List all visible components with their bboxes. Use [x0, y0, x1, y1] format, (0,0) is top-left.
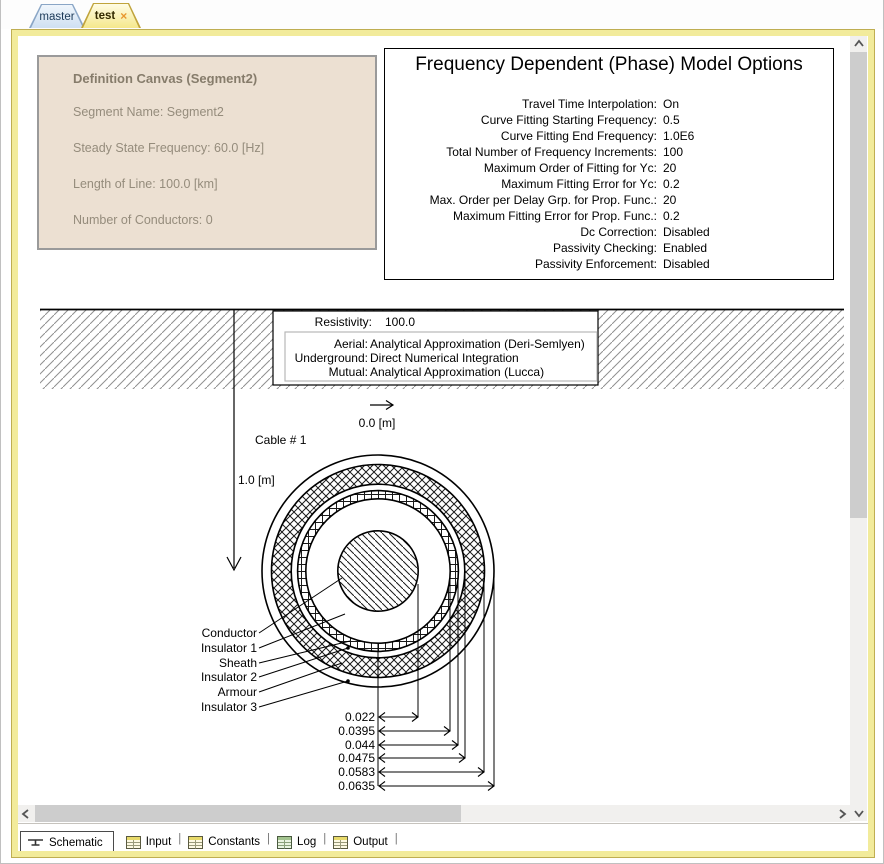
schematic-canvas[interactable]: Definition Canvas (Segment2) Segment Nam… — [18, 36, 868, 851]
radius-value-insulator3: 0.0635 — [295, 779, 375, 793]
tab-schematic[interactable]: Schematic — [20, 831, 114, 851]
close-icon[interactable]: × — [120, 10, 127, 22]
chevron-right-icon — [836, 808, 848, 820]
tab-log-label: Log — [297, 836, 316, 848]
tab-divider: | — [175, 828, 184, 850]
x-position-arrow — [370, 401, 393, 410]
layer-label-insulator1: Insulator 1 — [157, 641, 257, 655]
schematic-icon — [27, 836, 44, 849]
underground-label: Underground: — [285, 351, 368, 365]
chevron-left-icon — [20, 808, 32, 820]
tab-divider: | — [320, 828, 329, 850]
resistivity-label: Resistivity: — [273, 315, 372, 329]
layer-label-conductor: Conductor — [157, 626, 257, 640]
document-tabstrip: master test × — [1, 0, 883, 29]
tab-constants-label: Constants — [208, 836, 260, 848]
layer-label-sheath: Sheath — [157, 656, 257, 670]
tab-divider: | — [392, 828, 401, 850]
aerial-label: Aerial: — [285, 337, 368, 351]
mutual-value[interactable]: Analytical Approximation (Lucca) — [370, 365, 544, 379]
tab-schematic-label: Schematic — [49, 837, 103, 849]
canvas-frame: Definition Canvas (Segment2) Segment Nam… — [11, 29, 875, 858]
mutual-label: Mutual: — [285, 365, 368, 379]
scroll-left-button[interactable] — [18, 805, 34, 822]
tab-log[interactable]: Log — [273, 831, 320, 851]
radius-dimension-arrows — [379, 713, 494, 791]
x-position-label: 0.0 [m] — [347, 416, 407, 430]
constants-sheet-icon — [188, 836, 203, 849]
input-sheet-icon — [126, 836, 141, 849]
radius-value-insulator2: 0.0475 — [295, 751, 375, 765]
horizontal-scrollbar[interactable] — [18, 805, 850, 822]
vertical-scrollbar[interactable] — [850, 36, 867, 805]
tab-input-label: Input — [146, 836, 172, 848]
vertical-scroll-thumb[interactable] — [850, 52, 867, 518]
log-sheet-icon — [277, 836, 292, 849]
scroll-down-button[interactable] — [850, 805, 867, 821]
radius-value-insulator1: 0.0395 — [295, 724, 375, 738]
layer-label-insulator3: Insulator 3 — [157, 700, 257, 714]
scroll-up-button[interactable] — [850, 36, 867, 52]
tab-master[interactable]: master — [29, 4, 85, 28]
tab-output[interactable]: Output — [329, 831, 392, 851]
chevron-up-icon — [853, 38, 865, 50]
aerial-value[interactable]: Analytical Approximation (Deri-Semlyen) — [370, 337, 585, 351]
conductor-core — [338, 531, 418, 611]
tab-input[interactable]: Input — [122, 831, 176, 851]
layer-label-armour: Armour — [157, 685, 257, 699]
resistivity-value[interactable]: 100.0 — [385, 315, 415, 329]
tab-master-label: master — [39, 11, 74, 23]
output-sheet-icon — [333, 836, 348, 849]
tab-divider: | — [264, 828, 273, 850]
schematic-drawing[interactable] — [18, 36, 850, 805]
radius-value-sheath: 0.044 — [295, 738, 375, 752]
cable-name-label[interactable]: Cable # 1 — [255, 433, 306, 447]
radius-value-armour: 0.0583 — [295, 765, 375, 779]
application-window: master test × Definition Canvas (Segment… — [0, 0, 884, 864]
view-tabbar: Schematic Input | — [18, 823, 868, 851]
scroll-right-button[interactable] — [834, 805, 850, 822]
tab-constants[interactable]: Constants — [184, 831, 264, 851]
tab-test-label: test — [95, 10, 115, 22]
chevron-down-icon — [853, 807, 865, 819]
depth-label: 1.0 [m] — [238, 473, 275, 487]
tab-test[interactable]: test × — [81, 3, 141, 28]
underground-value[interactable]: Direct Numerical Integration — [370, 351, 519, 365]
radius-value-conductor: 0.022 — [295, 710, 375, 724]
tab-output-label: Output — [353, 836, 388, 848]
layer-label-insulator2: Insulator 2 — [157, 670, 257, 684]
horizontal-scroll-thumb[interactable] — [35, 805, 461, 822]
